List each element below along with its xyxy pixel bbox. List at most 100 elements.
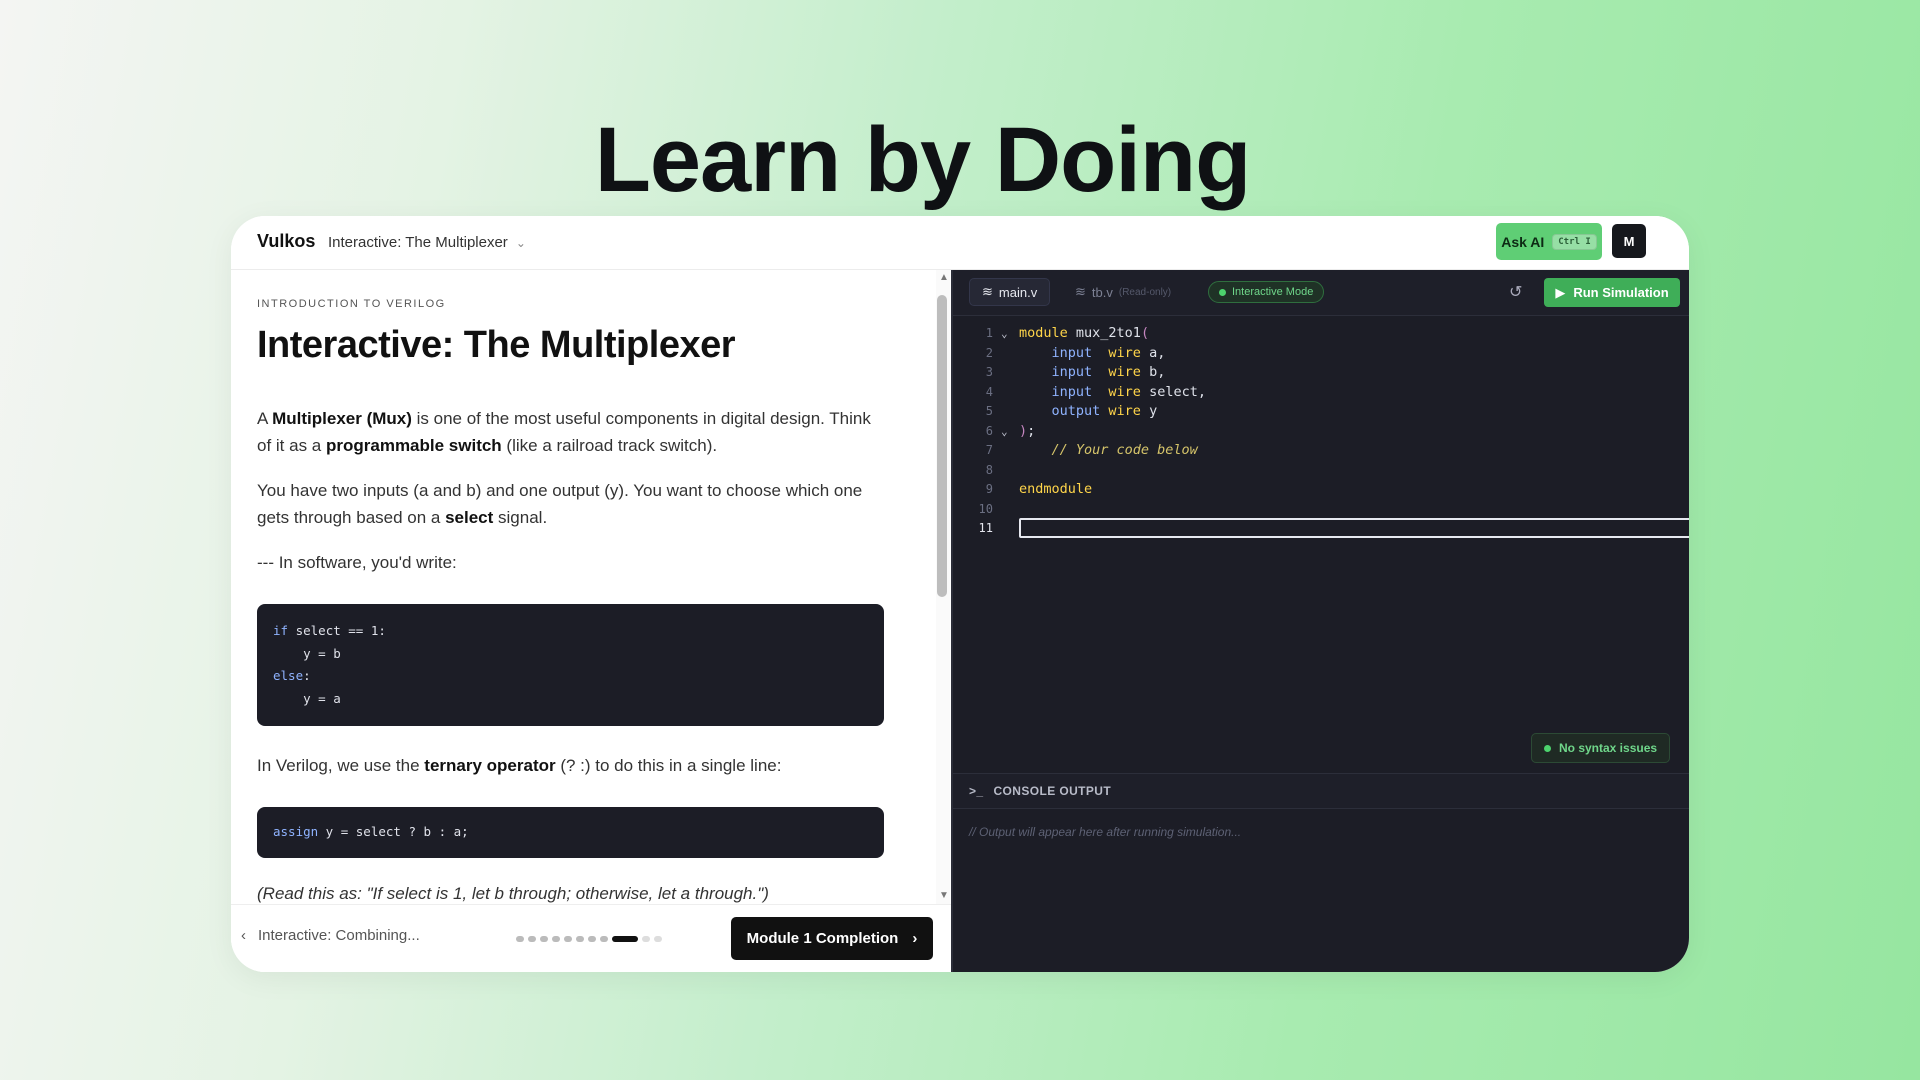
progress-dot[interactable] <box>516 936 524 942</box>
syntax-status-badge: No syntax issues <box>1531 733 1671 763</box>
avatar[interactable]: M <box>1612 224 1646 258</box>
tab-main-v[interactable]: ≋ main.v <box>969 278 1051 306</box>
editor-pane: ≋ main.v ≋ tb.v (Read-only) Interactive … <box>951 270 1689 972</box>
fold-chevron-icon[interactable]: ⌄ <box>1001 422 1008 442</box>
terminal-icon: >_ <box>969 784 984 798</box>
interactive-mode-badge: Interactive Mode <box>1208 281 1325 303</box>
code-line: 7 // Your code below <box>953 441 1689 461</box>
progress-dot[interactable] <box>564 936 572 942</box>
code-text: module mux_2to1( <box>1019 325 1150 341</box>
ask-ai-button[interactable]: Ask AI Ctrl I <box>1496 223 1602 260</box>
shortcut-badge: Ctrl I <box>1552 233 1597 250</box>
chevron-right-icon: › <box>912 930 918 947</box>
code-text: ); <box>1019 422 1036 439</box>
brand-logo[interactable]: Vulkos <box>257 231 315 252</box>
run-simulation-label: Run Simulation <box>1573 285 1669 300</box>
line-number: 7 <box>985 443 993 457</box>
ask-ai-label: Ask AI <box>1501 233 1545 250</box>
play-icon: ▶ <box>1555 284 1566 300</box>
lesson-paragraph: You have two inputs (a and b) and one ou… <box>257 481 863 527</box>
editor-toolbar: ≋ main.v ≋ tb.v (Read-only) Interactive … <box>953 270 1689 316</box>
run-simulation-button[interactable]: ▶ Run Simulation <box>1544 278 1680 307</box>
code-line: 10 <box>953 500 1689 520</box>
progress-dot[interactable] <box>642 936 650 942</box>
code-example-verilog: assign y = select ? b : a; <box>257 807 884 858</box>
code-line: 8 <box>953 461 1689 481</box>
code-line: 1 ⌄ module mux_2to1( <box>953 324 1689 344</box>
fold-chevron-icon[interactable]: ⌄ <box>1001 324 1008 344</box>
syntax-status-label: No syntax issues <box>1559 741 1658 755</box>
line-number: 3 <box>985 365 993 379</box>
lesson-content: INTRODUCTION TO VERILOG Interactive: The… <box>257 298 887 904</box>
status-dot <box>1544 744 1551 752</box>
hero-title: Learn by Doing <box>594 109 1252 211</box>
console-output: // Output will appear here after running… <box>969 825 1242 839</box>
code-text: input wire select, <box>1051 383 1206 400</box>
code-editor[interactable]: 1 ⌄ module mux_2to1(2 input wire a, 3 input… <box>953 316 1689 746</box>
progress-dot[interactable] <box>552 936 560 942</box>
prev-lesson-label: Interactive: Combining... <box>258 927 420 944</box>
progress-dot[interactable] <box>612 936 638 942</box>
lesson-paragraph: --- In software, you'd write: <box>257 553 457 572</box>
top-bar: Vulkos Interactive: The Multiplexer ⌄ As… <box>231 216 1689 270</box>
line-number: 5 <box>985 404 993 418</box>
line-number: 2 <box>985 345 993 360</box>
code-text: input wire b, <box>1051 364 1166 380</box>
console-header[interactable]: >_ CONSOLE OUTPUT <box>953 773 1689 809</box>
chevron-left-icon: ‹ <box>241 927 246 944</box>
progress-dot[interactable] <box>654 936 662 942</box>
next-lesson-button[interactable]: Module 1 Completion › <box>731 917 933 960</box>
lesson-note: (Read this as: "If select is 1, let b th… <box>257 883 769 903</box>
next-lesson-label: Module 1 Completion <box>746 930 899 947</box>
code-text: // Your code below <box>1019 442 1198 458</box>
lesson-scroll-area[interactable]: INTRODUCTION TO VERILOG Interactive: The… <box>231 270 941 904</box>
scroll-up-icon[interactable]: ▲ <box>939 272 949 283</box>
code-line: 9 endmodule <box>953 480 1689 500</box>
progress-dot[interactable] <box>576 936 584 942</box>
tab-label: tb.v <box>1091 284 1113 300</box>
code-line: 3 input wire b, <box>953 363 1689 383</box>
lesson-eyebrow: INTRODUCTION TO VERILOG <box>257 298 446 310</box>
tab-tb-v[interactable]: ≋ tb.v (Read-only) <box>1063 278 1183 306</box>
code-text: input wire a, <box>1051 344 1166 361</box>
scrollbar-thumb[interactable] <box>937 295 947 597</box>
app-window: Vulkos Interactive: The Multiplexer ⌄ As… <box>231 216 1689 972</box>
line-number: 11 <box>978 521 993 535</box>
progress-dot[interactable] <box>600 936 608 942</box>
line-number: 6 <box>985 423 993 438</box>
tab-label: main.v <box>998 284 1038 300</box>
lesson-selector[interactable]: Interactive: The Multiplexer ⌄ <box>328 234 526 251</box>
progress-dots <box>516 936 662 942</box>
code-text: output wire y <box>1051 403 1158 419</box>
line-number: 9 <box>985 482 993 496</box>
scroll-down-icon[interactable]: ▼ <box>939 890 949 901</box>
console-title: CONSOLE OUTPUT <box>993 784 1112 798</box>
line-number: 8 <box>985 462 993 477</box>
line-number: 1 <box>985 326 993 340</box>
prev-lesson-link[interactable]: ‹ Interactive: Combining... <box>241 927 420 944</box>
reset-icon[interactable]: ↺ <box>1509 282 1522 302</box>
lesson-title: Interactive: The Multiplexer <box>257 324 736 366</box>
line-number: 4 <box>985 384 993 399</box>
code-example-python: if select == 1: y = b else: y = a <box>257 604 884 726</box>
code-line: 5 output wire y <box>953 402 1689 422</box>
progress-dot[interactable] <box>588 936 596 942</box>
current-line-highlight[interactable] <box>1019 518 1689 538</box>
mode-label: Interactive Mode <box>1232 286 1314 298</box>
code-line: 6 ⌄); <box>953 422 1689 442</box>
status-dot <box>1219 288 1226 296</box>
lesson-selector-label: Interactive: The Multiplexer <box>328 234 508 251</box>
progress-dot[interactable] <box>540 936 548 942</box>
chevron-down-icon: ⌄ <box>515 235 526 250</box>
file-icon: ≋ <box>1075 284 1086 299</box>
file-icon: ≋ <box>982 284 993 299</box>
line-number: 10 <box>978 501 993 516</box>
lesson-paragraph: A Multiplexer (Mux) is one of the most u… <box>257 409 871 455</box>
code-text: endmodule <box>1019 481 1093 497</box>
code-line: 2 input wire a, <box>953 344 1689 364</box>
progress-dot[interactable] <box>528 936 536 942</box>
lesson-paragraph: In Verilog, we use the ternary operator … <box>257 756 782 775</box>
code-line: 4 input wire select, <box>953 383 1689 403</box>
lesson-footer: ‹ Interactive: Combining... Module 1 Com… <box>231 904 951 972</box>
lesson-pane: INTRODUCTION TO VERILOG Interactive: The… <box>231 270 951 972</box>
